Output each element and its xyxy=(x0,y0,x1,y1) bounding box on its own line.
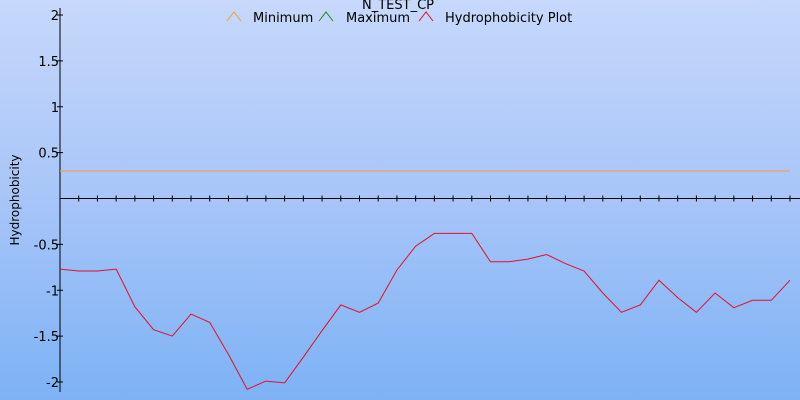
legend-label-hydrophobicity: Hydrophobicity Plot xyxy=(445,11,572,26)
series-line-hydrophobicity-plot xyxy=(59,232,791,390)
legend-item-minimum: Minimum xyxy=(226,11,313,26)
y-tick-label: 1 xyxy=(51,101,59,116)
legend-label-maximum: Maximum xyxy=(346,11,410,26)
y-tick-label: 2 xyxy=(51,9,59,24)
axes: 2 1.5 1 0.5 -0.5 -1 -1.5 -2 xyxy=(34,8,800,392)
y-tick-label: 0.5 xyxy=(38,147,59,162)
legend-label-minimum: Minimum xyxy=(253,11,313,26)
y-tick-label: -1.5 xyxy=(34,330,59,345)
legend-item-hydrophobicity: Hydrophobicity Plot xyxy=(418,11,572,26)
hydrophobicity-chart: N_TEST_CP Minimum Maximum Hydrophobicity… xyxy=(0,0,800,400)
legend-icon-maximum xyxy=(318,11,334,22)
series-layer xyxy=(59,170,791,390)
legend-icon-hydrophobicity xyxy=(418,11,434,22)
y-tick-label: 1.5 xyxy=(38,55,59,70)
y-axis-title: Hydrophobicity xyxy=(8,154,22,245)
chart-svg: N_TEST_CP Minimum Maximum Hydrophobicity… xyxy=(8,0,800,392)
y-tick-label: -0.5 xyxy=(34,238,59,253)
y-tick-label: -2 xyxy=(46,376,59,391)
legend-item-maximum: Maximum xyxy=(318,11,410,26)
y-tick-label: -1 xyxy=(46,284,59,299)
legend: Minimum Maximum Hydrophobicity Plot xyxy=(226,11,572,26)
legend-icon-minimum xyxy=(226,11,242,22)
